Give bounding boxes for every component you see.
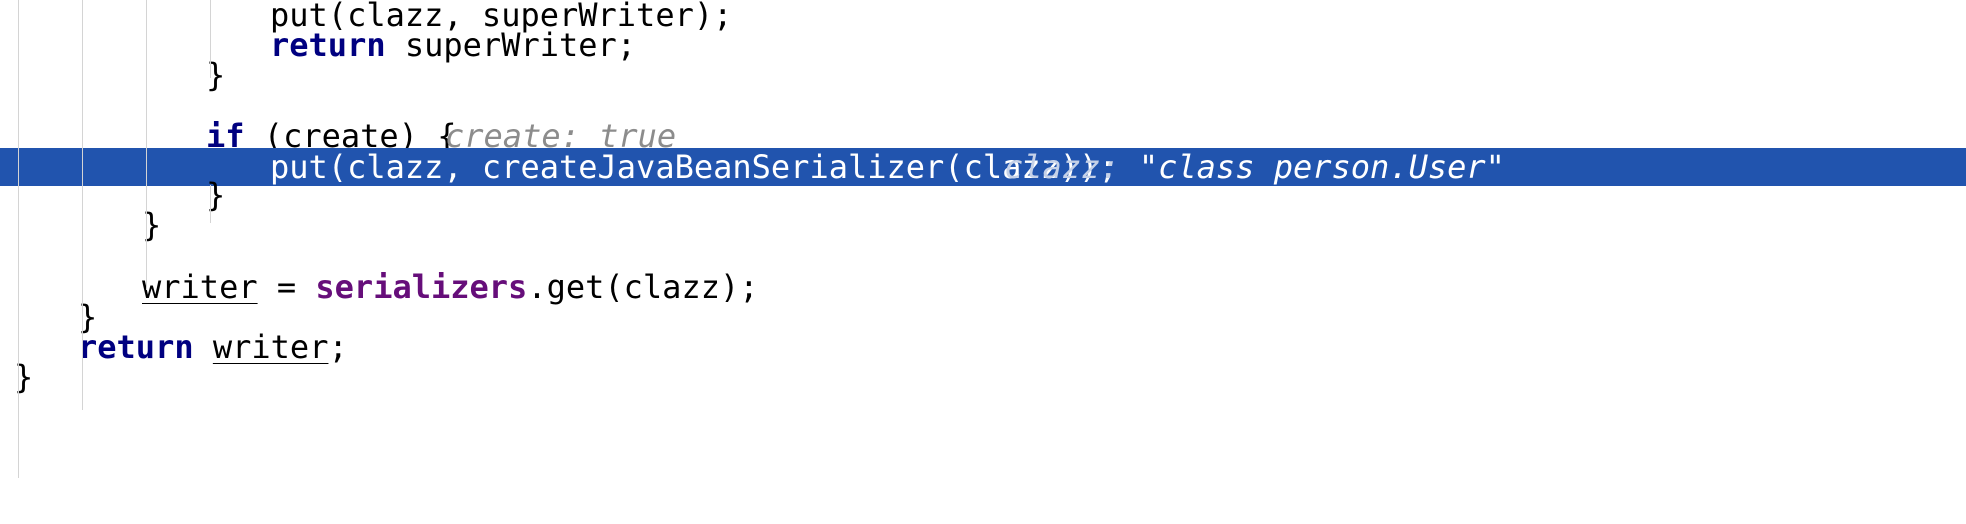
code-line[interactable]: } <box>0 358 1966 396</box>
closing-brace: } <box>206 56 226 94</box>
closing-brace: } <box>142 206 162 244</box>
indent-guide <box>210 185 211 223</box>
closing-brace: } <box>14 358 34 396</box>
indent-guide <box>210 0 211 78</box>
indent-guide <box>146 0 147 290</box>
indent-guide <box>82 0 83 410</box>
code-line[interactable]: } <box>0 206 1966 244</box>
indent-guide <box>18 0 19 478</box>
code-line[interactable]: } <box>0 56 1966 94</box>
code-editor[interactable]: put(clazz, superWriter); return superWri… <box>0 0 1966 524</box>
